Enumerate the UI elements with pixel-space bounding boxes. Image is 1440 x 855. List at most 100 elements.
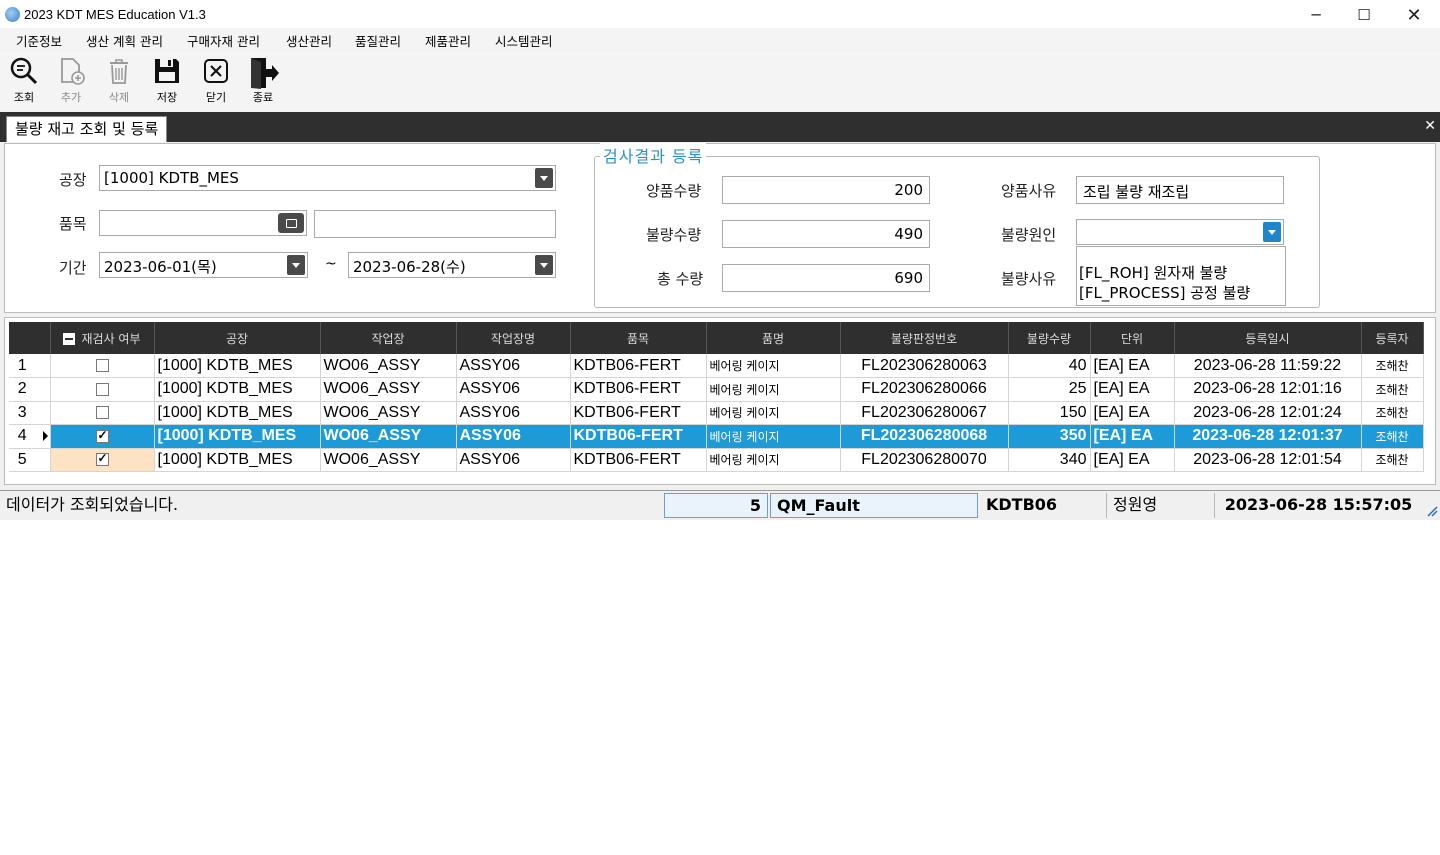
cell-item-name[interactable]: 베어링 케이지 — [706, 448, 841, 472]
cell-fault-qty[interactable]: 350 — [1008, 424, 1091, 449]
good-reason-input[interactable]: 조립 불량 재조립 — [1076, 176, 1284, 204]
menu-product[interactable]: 제품관리 — [425, 31, 471, 50]
date-from-picker[interactable]: 2023-06-01(목) — [99, 252, 308, 278]
menu-master-data[interactable]: 기준정보 — [16, 31, 62, 50]
recheck-checkbox[interactable] — [95, 406, 109, 420]
cell-fault-no[interactable]: FL202306280066 — [840, 377, 1009, 402]
recheck-cell[interactable] — [50, 354, 155, 378]
cell-unit[interactable]: [EA] EA — [1090, 354, 1175, 378]
tab-close-icon[interactable]: ✕ — [1424, 118, 1436, 134]
cell-workcenter[interactable]: WO06_ASSY — [320, 448, 457, 472]
item-search-icon[interactable] — [278, 213, 304, 233]
bad-cause-combo[interactable] — [1076, 219, 1284, 245]
chevron-down-icon[interactable] — [535, 255, 553, 275]
item-name-field[interactable] — [314, 210, 556, 238]
cell-fault-qty[interactable]: 150 — [1008, 401, 1091, 425]
cell-plant[interactable]: [1000] KDTB_MES — [154, 401, 321, 425]
cell-reg-datetime[interactable]: 2023-06-28 12:01:54 — [1174, 448, 1362, 472]
menu-purchase-material[interactable]: 구매자재 관리 — [187, 31, 260, 50]
table-row[interactable]: 1 [1000] KDTB_MES WO06_ASSY ASSY06 KDTB0… — [9, 354, 1424, 378]
cell-workcenter-name[interactable]: ASSY06 — [456, 401, 571, 425]
menu-system[interactable]: 시스템관리 — [495, 31, 553, 50]
cell-workcenter-name[interactable]: ASSY06 — [456, 424, 571, 449]
column-header-workcenter[interactable]: 작업장 — [320, 322, 457, 354]
cell-fault-qty[interactable]: 40 — [1008, 354, 1091, 378]
recheck-checkbox[interactable] — [95, 428, 109, 443]
cell-workcenter[interactable]: WO06_ASSY — [320, 377, 457, 402]
recheck-cell[interactable] — [50, 424, 155, 449]
cell-reg-user[interactable]: 조해찬 — [1361, 354, 1424, 378]
cell-workcenter-name[interactable]: ASSY06 — [456, 448, 571, 472]
cell-reg-datetime[interactable]: 2023-06-28 12:01:37 — [1174, 424, 1362, 449]
cell-reg-user[interactable]: 조해찬 — [1361, 424, 1424, 449]
cell-reg-user[interactable]: 조해찬 — [1361, 401, 1424, 425]
cell-plant[interactable]: [1000] KDTB_MES — [154, 424, 321, 449]
bad-qty-input[interactable]: 490 — [722, 220, 930, 248]
cell-fault-qty[interactable]: 340 — [1008, 448, 1091, 472]
resize-grip-icon[interactable] — [1426, 505, 1438, 517]
cell-item[interactable]: KDTB06-FERT — [570, 377, 707, 402]
maximize-button[interactable]: ☐ — [1340, 0, 1388, 30]
cell-plant[interactable]: [1000] KDTB_MES — [154, 354, 321, 378]
column-header-fault-qty[interactable]: 불량수량 — [1008, 322, 1091, 354]
list-item[interactable]: [FL_ROH] 원자재 불량 — [1079, 263, 1285, 283]
cell-reg-datetime[interactable]: 2023-06-28 11:59:22 — [1174, 354, 1362, 378]
minimize-button[interactable]: ─ — [1292, 0, 1340, 30]
recheck-cell[interactable] — [50, 448, 155, 472]
cell-item-name[interactable]: 베어링 케이지 — [706, 424, 841, 449]
cell-fault-no[interactable]: FL202306280067 — [840, 401, 1009, 425]
cell-workcenter-name[interactable]: ASSY06 — [456, 377, 571, 402]
cell-workcenter[interactable]: WO06_ASSY — [320, 354, 457, 378]
column-header-item[interactable]: 품목 — [570, 322, 707, 354]
save-button[interactable]: 저장 — [147, 56, 187, 108]
table-row[interactable]: 2 [1000] KDTB_MES WO06_ASSY ASSY06 KDTB0… — [9, 377, 1424, 402]
recheck-cell[interactable] — [50, 401, 155, 425]
table-row[interactable]: 3 [1000] KDTB_MES WO06_ASSY ASSY06 KDTB0… — [9, 401, 1424, 425]
cell-fault-no[interactable]: FL202306280068 — [840, 424, 1009, 449]
column-header-item-name[interactable]: 품명 — [706, 322, 841, 354]
tab-fault-inventory[interactable]: 불량 재고 조회 및 등록 — [6, 116, 168, 142]
cell-item-name[interactable]: 베어링 케이지 — [706, 377, 841, 402]
table-row[interactable]: 5 [1000] KDTB_MES WO06_ASSY ASSY06 KDTB0… — [9, 448, 1424, 472]
cell-unit[interactable]: [EA] EA — [1090, 377, 1175, 402]
cell-item[interactable]: KDTB06-FERT — [570, 354, 707, 378]
total-qty-input[interactable]: 690 — [722, 264, 930, 292]
cell-workcenter[interactable]: WO06_ASSY — [320, 424, 457, 449]
recheck-checkbox[interactable] — [95, 382, 109, 396]
cell-reg-datetime[interactable]: 2023-06-28 12:01:24 — [1174, 401, 1362, 425]
menu-production-plan[interactable]: 생산 계획 관리 — [86, 31, 163, 50]
column-header-plant[interactable]: 공장 — [154, 322, 321, 354]
good-qty-input[interactable]: 200 — [722, 176, 930, 204]
date-to-picker[interactable]: 2023-06-28(수) — [348, 252, 556, 278]
cell-fault-no[interactable]: FL202306280063 — [840, 354, 1009, 378]
cell-workcenter-name[interactable]: ASSY06 — [456, 354, 571, 378]
chevron-down-icon[interactable] — [1263, 222, 1281, 242]
cell-plant[interactable]: [1000] KDTB_MES — [154, 377, 321, 402]
add-button[interactable]: 추가 — [51, 56, 91, 108]
recheck-checkbox[interactable] — [95, 358, 109, 372]
exit-button[interactable]: 종료 — [243, 56, 283, 108]
cell-reg-user[interactable]: 조해찬 — [1361, 377, 1424, 402]
column-header-fault-no[interactable]: 불량판정번호 — [840, 322, 1009, 354]
cell-item[interactable]: KDTB06-FERT — [570, 401, 707, 425]
search-button[interactable]: 조회 — [4, 56, 44, 108]
cell-unit[interactable]: [EA] EA — [1090, 424, 1175, 449]
recheck-checkbox[interactable] — [95, 451, 109, 467]
bad-reason-list[interactable]: [FL_ROH] 원자재 불량 [FL_PROCESS] 공정 불량 — [1076, 246, 1286, 306]
column-header-workcenter-name[interactable]: 작업장명 — [456, 322, 571, 354]
menu-production[interactable]: 생산관리 — [286, 31, 332, 50]
cell-fault-qty[interactable]: 25 — [1008, 377, 1091, 402]
cell-fault-no[interactable]: FL202306280070 — [840, 448, 1009, 472]
table-row-selected[interactable]: 4 [1000] KDTB_MES WO06_ASSY ASSY06 KDTB0… — [9, 424, 1424, 449]
menu-quality[interactable]: 품질관리 — [355, 31, 401, 50]
cell-reg-user[interactable]: 조해찬 — [1361, 448, 1424, 472]
cell-plant[interactable]: [1000] KDTB_MES — [154, 448, 321, 472]
plant-combo[interactable]: [1000] KDTB_MES — [99, 165, 556, 191]
delete-button[interactable]: 삭제 — [99, 56, 139, 108]
cell-reg-datetime[interactable]: 2023-06-28 12:01:16 — [1174, 377, 1362, 402]
recheck-cell[interactable] — [50, 377, 155, 402]
column-header-reg-datetime[interactable]: 등록일시 — [1174, 322, 1362, 354]
chevron-down-icon[interactable] — [287, 255, 305, 275]
cell-item-name[interactable]: 베어링 케이지 — [706, 401, 841, 425]
close-form-button[interactable]: 닫기 — [196, 56, 236, 108]
